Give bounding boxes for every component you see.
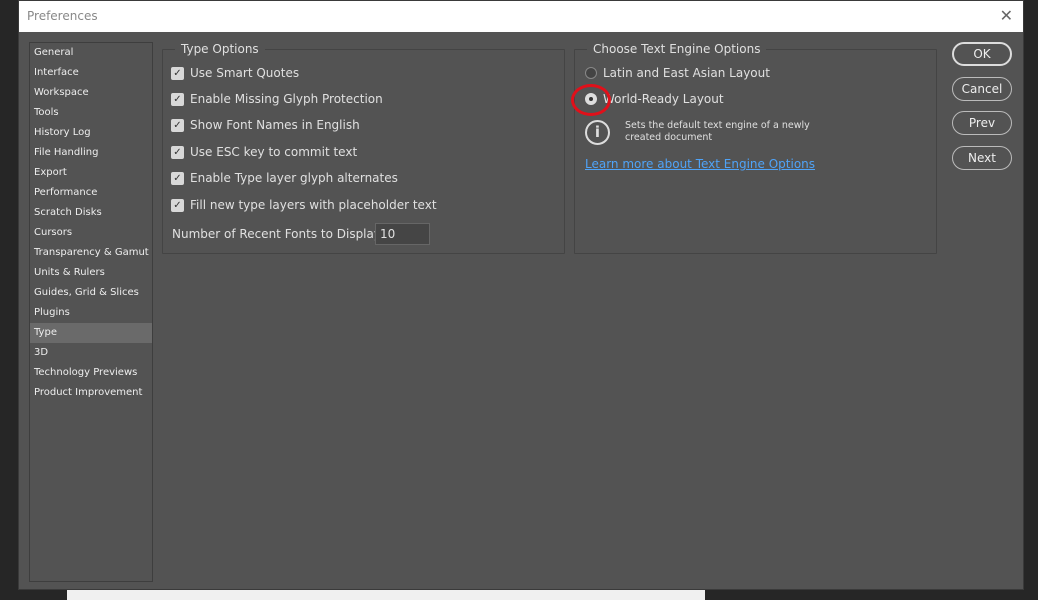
- radio-icon: [585, 67, 597, 79]
- type-options-group: Type Options ✓ Use Smart Quotes ✓ Enable M…: [162, 42, 565, 254]
- sidebar-item-type[interactable]: Type: [30, 323, 152, 343]
- checkbox-label: Enable Type layer glyph alternates: [190, 171, 398, 185]
- check-icon: ✓: [171, 66, 184, 80]
- red-circle-annotation: [571, 84, 611, 116]
- esc-commit-checkbox[interactable]: ✓ Use ESC key to commit text: [171, 145, 357, 159]
- radio-label: World-Ready Layout: [603, 92, 724, 106]
- sidebar-item-cursors[interactable]: Cursors: [30, 223, 152, 243]
- checkbox-label: Show Font Names in English: [190, 118, 360, 132]
- checkbox-label: Use ESC key to commit text: [190, 145, 358, 159]
- check-icon: ✓: [171, 92, 184, 106]
- type-options-title: Type Options: [175, 42, 265, 56]
- latin-east-asian-radio[interactable]: Latin and East Asian Layout: [585, 66, 770, 80]
- next-button[interactable]: Next: [952, 146, 1012, 170]
- background-window-strip: [67, 590, 705, 600]
- sidebar-item-technology-previews[interactable]: Technology Previews: [30, 363, 152, 383]
- check-icon: ✓: [171, 198, 184, 212]
- checkbox-label: Enable Missing Glyph Protection: [190, 92, 383, 106]
- sidebar-item-transparency[interactable]: Transparency & Gamut: [30, 243, 152, 263]
- glyph-alternates-checkbox[interactable]: ✓ Enable Type layer glyph alternates: [171, 171, 398, 185]
- sidebar-item-general[interactable]: General: [30, 43, 152, 63]
- text-engine-group: Choose Text Engine Options Latin and Eas…: [571, 42, 937, 254]
- window-title: Preferences: [27, 9, 98, 23]
- sidebar-item-history-log[interactable]: History Log: [30, 123, 152, 143]
- radio-label: Latin and East Asian Layout: [603, 66, 770, 80]
- sidebar-item-file-handling[interactable]: File Handling: [30, 143, 152, 163]
- ok-button[interactable]: OK: [952, 42, 1012, 66]
- sidebar-item-guides[interactable]: Guides, Grid & Slices: [30, 283, 152, 303]
- sidebar-item-units-rulers[interactable]: Units & Rulers: [30, 263, 152, 283]
- title-bar: Preferences ✕: [19, 1, 1023, 32]
- sidebar-item-3d[interactable]: 3D: [30, 343, 152, 363]
- checkbox-label: Fill new type layers with placeholder te…: [190, 198, 437, 212]
- sidebar: General Interface Workspace Tools Histor…: [29, 42, 153, 582]
- font-names-english-checkbox[interactable]: ✓ Show Font Names in English: [171, 118, 360, 132]
- check-icon: ✓: [171, 171, 184, 185]
- prev-button[interactable]: Prev: [952, 111, 1012, 135]
- info-text: Sets the default text engine of a newly …: [625, 120, 810, 143]
- sidebar-item-interface[interactable]: Interface: [30, 63, 152, 83]
- learn-more-link[interactable]: Learn more about Text Engine Options: [585, 157, 815, 171]
- sidebar-item-product-improvement[interactable]: Product Improvement: [30, 383, 152, 403]
- cancel-button[interactable]: Cancel: [952, 77, 1012, 101]
- info-icon: i: [585, 120, 610, 145]
- recent-fonts-input[interactable]: 10: [375, 223, 430, 245]
- preferences-dialog: Preferences ✕ General Interface Workspac…: [18, 0, 1024, 590]
- sidebar-item-performance[interactable]: Performance: [30, 183, 152, 203]
- text-engine-title: Choose Text Engine Options: [587, 42, 767, 56]
- checkbox-label: Use Smart Quotes: [190, 66, 300, 80]
- smart-quotes-checkbox[interactable]: ✓ Use Smart Quotes: [171, 66, 299, 80]
- check-icon: ✓: [171, 118, 184, 132]
- sidebar-item-plugins[interactable]: Plugins: [30, 303, 152, 323]
- placeholder-text-checkbox[interactable]: ✓ Fill new type layers with placeholder t…: [171, 198, 437, 212]
- close-icon[interactable]: ✕: [1000, 6, 1013, 25]
- sidebar-item-scratch-disks[interactable]: Scratch Disks: [30, 203, 152, 223]
- check-icon: ✓: [171, 145, 184, 159]
- sidebar-item-workspace[interactable]: Workspace: [30, 83, 152, 103]
- recent-fonts-label: Number of Recent Fonts to Display:: [172, 227, 385, 241]
- sidebar-item-export[interactable]: Export: [30, 163, 152, 183]
- sidebar-item-tools[interactable]: Tools: [30, 103, 152, 123]
- missing-glyph-checkbox[interactable]: ✓ Enable Missing Glyph Protection: [171, 92, 383, 106]
